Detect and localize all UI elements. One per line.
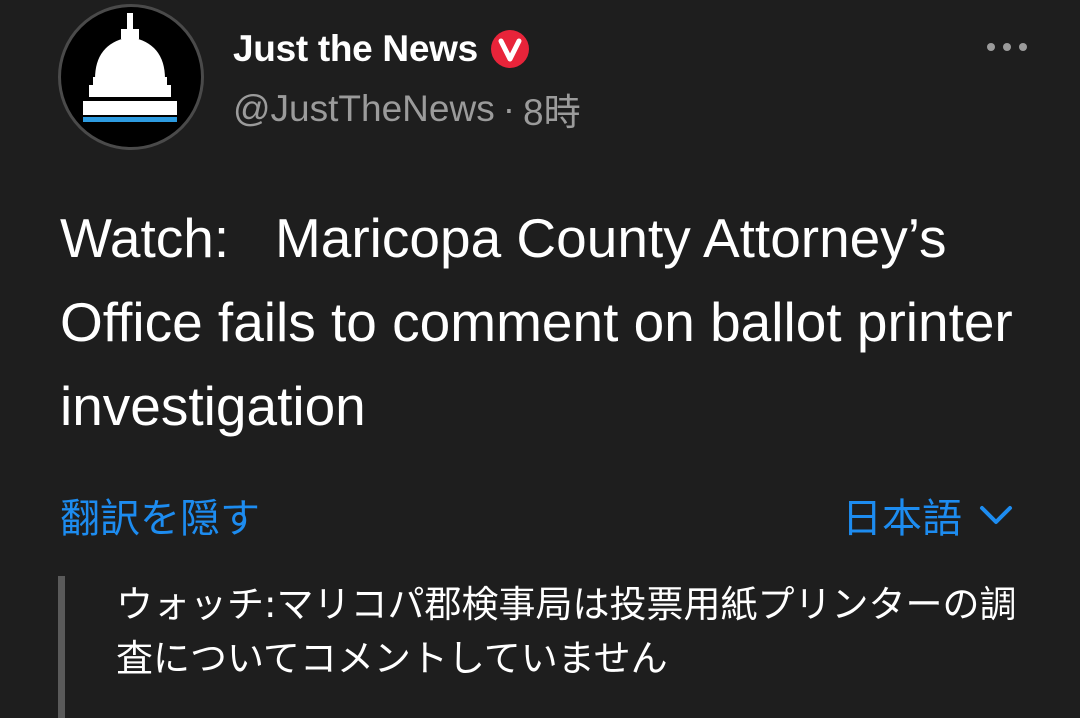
tweet-text: Watch: Maricopa County Attorney’s Office… [60,207,1029,437]
post-time[interactable]: 8時 [523,82,581,136]
avatar-stripe [83,117,177,122]
more-options-icon [987,43,1027,51]
author-name-row[interactable]: Just the News [233,24,530,74]
avatar[interactable] [58,4,204,150]
more-options-button[interactable] [982,30,1032,64]
hide-translation-link[interactable]: 翻訳を隠す [60,486,260,544]
language-label: 日本語 [842,496,962,542]
capitol-dome-icon [83,13,177,122]
author-display-name[interactable]: Just the News [233,28,478,70]
language-selector[interactable]: 日本語 [842,486,1014,544]
author-meta: @JustTheNews · 8時 [233,82,581,136]
translation-quote-bar [58,576,65,718]
chevron-down-icon [980,506,1012,524]
author-handle[interactable]: @JustTheNews [233,88,495,130]
verified-badge-icon [490,30,529,68]
translated-text: ウォッチ:マリコパ郡検事局は投票用紙プリンターの調査についてコメントしていません [116,583,1017,680]
meta-separator: · [502,88,516,129]
